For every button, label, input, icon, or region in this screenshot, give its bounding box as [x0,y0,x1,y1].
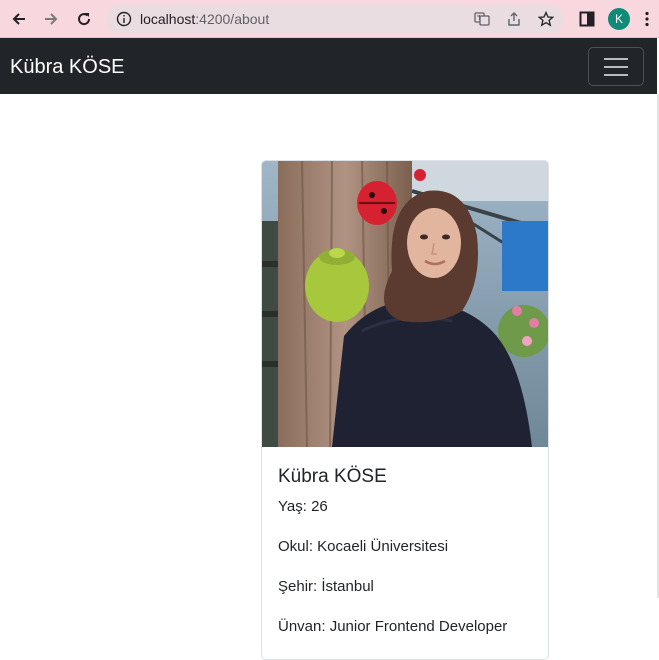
profile-city: Şehir: İstanbul [278,578,374,595]
forward-button[interactable] [38,6,64,32]
card-body: Kübra KÖSE Yaş: 26 Okul: Kocaeli Ünivers… [278,465,534,657]
profile-school: Okul: Kocaeli Üniversitesi [278,538,449,555]
translate-icon[interactable] [474,11,490,27]
info-icon[interactable] [116,11,132,32]
url-host: localhost [140,11,196,27]
profile-title: Ünvan: Junior Frontend Developer [278,618,508,635]
more-options-icon[interactable] [644,11,650,32]
profile-photo-image [262,161,548,447]
back-button[interactable] [6,6,32,32]
profile-card: Kübra KÖSE Yaş: 26 Okul: Kocaeli Ünivers… [261,160,549,660]
url-text: localhost:4200/about [140,11,269,27]
url-path: :4200/about [195,11,270,27]
profile-photo [262,161,548,447]
profile-age: Yaş: 26 [278,498,328,515]
profile-avatar[interactable]: K [608,8,630,30]
navbar-brand[interactable]: Kübra KÖSE [10,56,125,78]
hamburger-icon [604,57,628,76]
app-navbar: Kübra KÖSE [0,38,657,94]
side-panel-icon[interactable] [579,11,595,32]
reload-button[interactable] [71,6,97,32]
address-bar[interactable]: localhost:4200/about [106,5,564,33]
arrow-left-icon [12,13,25,25]
arrow-right-icon [45,13,58,25]
bookmark-star-icon[interactable] [537,10,555,27]
profile-name: Kübra KÖSE [278,466,387,487]
reload-icon [78,13,91,26]
browser-toolbar: localhost:4200/about K [0,0,659,38]
share-icon[interactable] [506,11,522,27]
navbar-toggler-button[interactable] [588,47,644,86]
